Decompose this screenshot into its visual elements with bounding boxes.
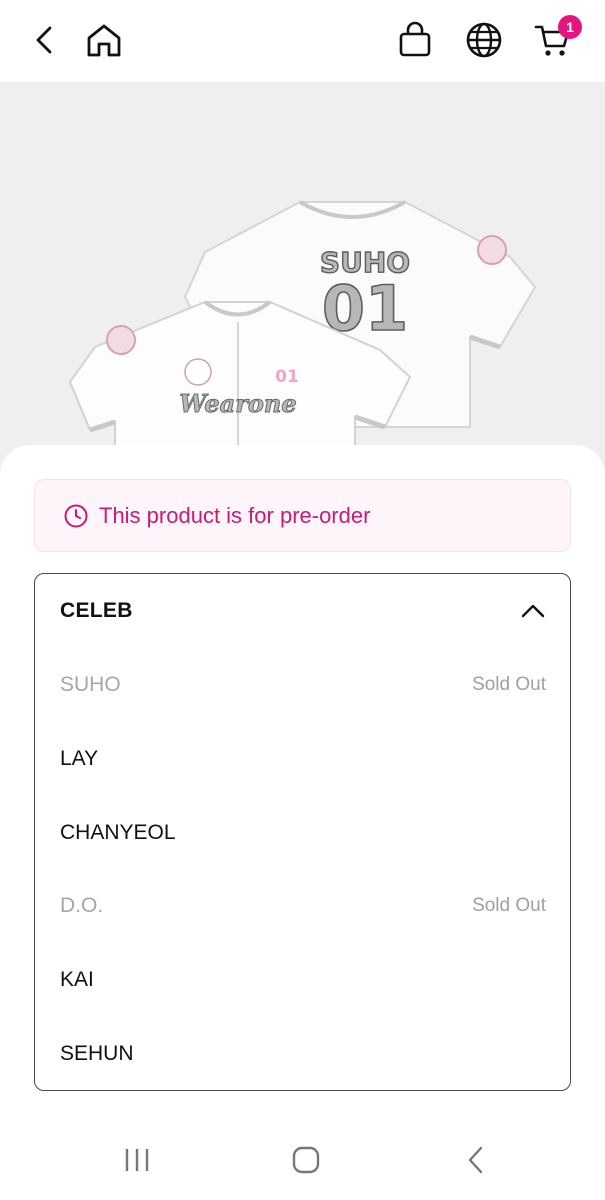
celeb-dropdown-header[interactable]: CELEB (35, 574, 570, 648)
option-label: SUHO (60, 673, 121, 696)
option-label: LAY (60, 747, 99, 770)
option-label: CHANYEOL (60, 821, 176, 844)
sold-out-label: Sold Out (472, 674, 546, 695)
back-arrow-icon[interactable] (446, 1140, 506, 1180)
option-suho[interactable]: SUHO Sold Out (35, 648, 570, 722)
shopping-bag-icon[interactable] (393, 18, 437, 62)
sold-out-label: Sold Out (472, 895, 546, 916)
option-lay[interactable]: LAY (35, 722, 570, 796)
celeb-dropdown: CELEB SUHO Sold Out LAY CHANYEOL D.O. So… (34, 573, 571, 1091)
recents-icon[interactable] (107, 1140, 167, 1180)
chevron-up-icon[interactable] (520, 598, 546, 624)
option-sehun[interactable]: SEHUN (35, 1017, 570, 1091)
system-nav-bar (0, 1120, 605, 1200)
option-do[interactable]: D.O. Sold Out (35, 869, 570, 943)
front-jersey-number: 01 (275, 367, 299, 387)
cart-count-badge: 1 (558, 15, 582, 39)
clock-icon (63, 503, 89, 529)
option-label: D.O. (60, 894, 104, 917)
chevron-left-icon[interactable] (22, 18, 66, 62)
dropdown-title: CELEB (60, 599, 133, 622)
globe-icon[interactable] (462, 18, 506, 62)
option-label: SEHUN (60, 1042, 134, 1065)
home-icon[interactable] (82, 18, 126, 62)
circle-home-icon[interactable] (276, 1140, 336, 1180)
option-chanyeol[interactable]: CHANYEOL (35, 796, 570, 870)
product-image[interactable]: SUHO 01 01 Wearone (0, 82, 605, 502)
top-app-bar: 1 (0, 0, 605, 82)
preorder-notice: This product is for pre-order (34, 479, 571, 552)
preorder-notice-text: This product is for pre-order (99, 502, 371, 528)
option-kai[interactable]: KAI (35, 943, 570, 1017)
front-jersey-script: Wearone (179, 389, 296, 418)
option-label: KAI (60, 968, 94, 991)
